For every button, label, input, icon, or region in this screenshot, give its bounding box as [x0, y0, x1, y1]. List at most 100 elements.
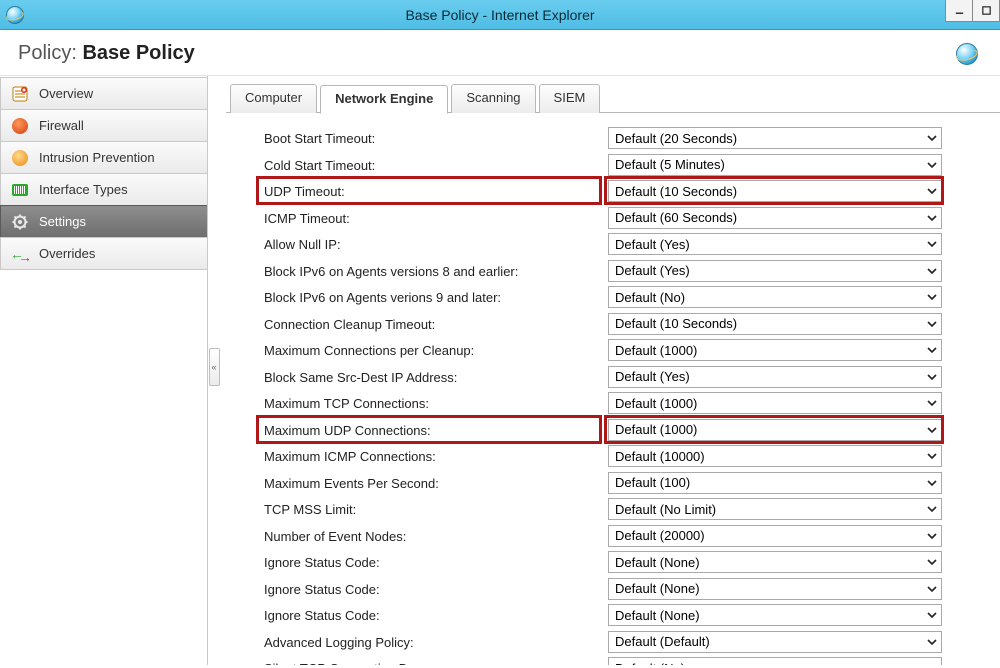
setting-value: Default (No Limit) — [615, 502, 716, 517]
setting-select[interactable]: Default (10 Seconds) — [608, 313, 942, 335]
setting-row: Maximum Events Per Second: Default (100) — [264, 470, 1000, 497]
chevron-down-icon — [921, 181, 941, 201]
setting-select[interactable]: Default (20000) — [608, 525, 942, 547]
page-header-name: Base Policy — [82, 42, 194, 64]
setting-value: Default (1000) — [615, 422, 697, 437]
setting-label: Connection Cleanup Timeout: — [264, 316, 608, 332]
main: Overview Firewall Intrusion Prevention I… — [0, 76, 1000, 665]
maximize-button[interactable] — [972, 0, 1000, 22]
setting-value: Default (20000) — [615, 528, 705, 543]
setting-row: Maximum TCP Connections:Default (1000) — [264, 390, 1000, 417]
sidebar-item-label: Overview — [39, 86, 93, 101]
setting-label: Maximum Events Per Second: — [264, 475, 608, 491]
setting-value: Default (None) — [615, 608, 700, 623]
sidebar-item-firewall[interactable]: Firewall — [0, 109, 207, 142]
setting-label: Boot Start Timeout: — [264, 130, 608, 146]
setting-select[interactable]: Default (None) — [608, 604, 942, 626]
chevron-down-icon — [921, 393, 941, 413]
chevron-down-icon — [921, 234, 941, 254]
chevron-down-icon — [921, 208, 941, 228]
tab-siem[interactable]: SIEM — [539, 84, 601, 113]
setting-value: Default (1000) — [615, 396, 697, 411]
setting-row: Advanced Logging Policy:Default (Default… — [264, 629, 1000, 656]
setting-select[interactable]: Default (Default) — [608, 631, 942, 653]
tab-scanning[interactable]: Scanning — [451, 84, 535, 113]
setting-row: Maximum UDP Connections:Default (1000) — [264, 417, 1000, 444]
setting-row: Connection Cleanup Timeout: Default (10 S… — [264, 311, 1000, 338]
setting-row: ICMP Timeout:Default (60 Seconds) — [264, 205, 1000, 232]
tab-network-engine[interactable]: Network Engine — [320, 85, 448, 114]
setting-select[interactable]: Default (None) — [608, 551, 942, 573]
setting-select[interactable]: Default (20 Seconds) — [608, 127, 942, 149]
setting-select[interactable]: Default (Yes) — [608, 260, 942, 282]
sidebar-item-intrusion-prevention[interactable]: Intrusion Prevention — [0, 141, 207, 174]
setting-select[interactable]: Default (1000) — [608, 419, 942, 441]
tab-computer[interactable]: Computer — [230, 84, 317, 113]
interface-icon — [11, 181, 29, 199]
setting-label: Advanced Logging Policy: — [264, 634, 608, 650]
intrusion-icon — [11, 149, 29, 167]
chevron-down-icon — [921, 367, 941, 387]
sidebar-collapse-handle[interactable]: « — [208, 76, 220, 665]
setting-value: Default (5 Minutes) — [615, 157, 725, 172]
overview-icon — [11, 85, 29, 103]
setting-value: Default (20 Seconds) — [615, 131, 737, 146]
chevron-down-icon — [921, 526, 941, 546]
chevron-down-icon — [921, 579, 941, 599]
page-header: Policy: Base Policy — [0, 30, 1000, 76]
setting-row: Number of Event Nodes: Default (20000) — [264, 523, 1000, 550]
setting-row: Cold Start Timeout: Default (5 Minutes) — [264, 152, 1000, 179]
setting-row: Silent TCP Connection Drop:Default (No) — [264, 655, 1000, 665]
setting-label: Silent TCP Connection Drop: — [264, 660, 608, 665]
setting-label: Ignore Status Code: — [264, 581, 608, 597]
setting-select[interactable]: Default (10000) — [608, 445, 942, 467]
setting-value: Default (100) — [615, 475, 690, 490]
setting-row: Block Same Src-Dest IP Address:Default (… — [264, 364, 1000, 391]
setting-value: Default (No) — [615, 290, 685, 305]
setting-select[interactable]: Default (10 Seconds) — [608, 180, 942, 202]
sidebar-item-interface-types[interactable]: Interface Types — [0, 173, 207, 206]
setting-label: Cold Start Timeout: — [264, 157, 608, 173]
setting-select[interactable]: Default (1000) — [608, 392, 942, 414]
setting-select[interactable]: Default (60 Seconds) — [608, 207, 942, 229]
minimize-button[interactable] — [945, 0, 973, 22]
setting-value: Default (10 Seconds) — [615, 316, 737, 331]
firewall-icon — [11, 117, 29, 135]
setting-select[interactable]: Default (1000) — [608, 339, 942, 361]
setting-select[interactable]: Default (Yes) — [608, 366, 942, 388]
setting-row: Maximum ICMP Connections:Default (10000) — [264, 443, 1000, 470]
chevron-down-icon — [921, 552, 941, 572]
setting-select[interactable]: Default (5 Minutes) — [608, 154, 942, 176]
setting-label: Ignore Status Code: — [264, 554, 608, 570]
chevron-down-icon — [921, 155, 941, 175]
sidebar-item-overrides[interactable]: ←→ Overrides — [0, 237, 207, 270]
setting-select[interactable]: Default (None) — [608, 578, 942, 600]
chevron-down-icon — [921, 605, 941, 625]
gear-icon — [11, 213, 29, 231]
setting-select[interactable]: Default (No Limit) — [608, 498, 942, 520]
setting-row: Allow Null IP:Default (Yes) — [264, 231, 1000, 258]
setting-label: TCP MSS Limit: — [264, 501, 608, 517]
setting-select[interactable]: Default (100) — [608, 472, 942, 494]
setting-select[interactable]: Default (No) — [608, 657, 942, 665]
window-controls — [946, 0, 1000, 22]
setting-label: Number of Event Nodes: — [264, 528, 608, 544]
ie-logo-icon — [956, 43, 978, 65]
window-title: Base Policy - Internet Explorer — [0, 7, 1000, 23]
chevron-down-icon — [921, 446, 941, 466]
sidebar-item-label: Interface Types — [39, 182, 128, 197]
ie-icon — [6, 6, 24, 24]
sidebar-item-overview[interactable]: Overview — [0, 77, 207, 110]
setting-value: Default (10 Seconds) — [615, 184, 737, 199]
chevron-down-icon — [921, 314, 941, 334]
setting-label: Maximum ICMP Connections: — [264, 448, 608, 464]
sidebar-item-settings[interactable]: Settings — [0, 205, 207, 238]
tabs: Computer Network Engine Scanning SIEM — [230, 84, 1000, 113]
setting-label: Block IPv6 on Agents verions 9 and later… — [264, 289, 608, 305]
setting-select[interactable]: Default (Yes) — [608, 233, 942, 255]
setting-value: Default (Yes) — [615, 237, 690, 252]
setting-select[interactable]: Default (No) — [608, 286, 942, 308]
page-header-prefix: Policy: — [18, 42, 82, 64]
setting-row: TCP MSS Limit: Default (No Limit) — [264, 496, 1000, 523]
sidebar: Overview Firewall Intrusion Prevention I… — [0, 76, 208, 665]
